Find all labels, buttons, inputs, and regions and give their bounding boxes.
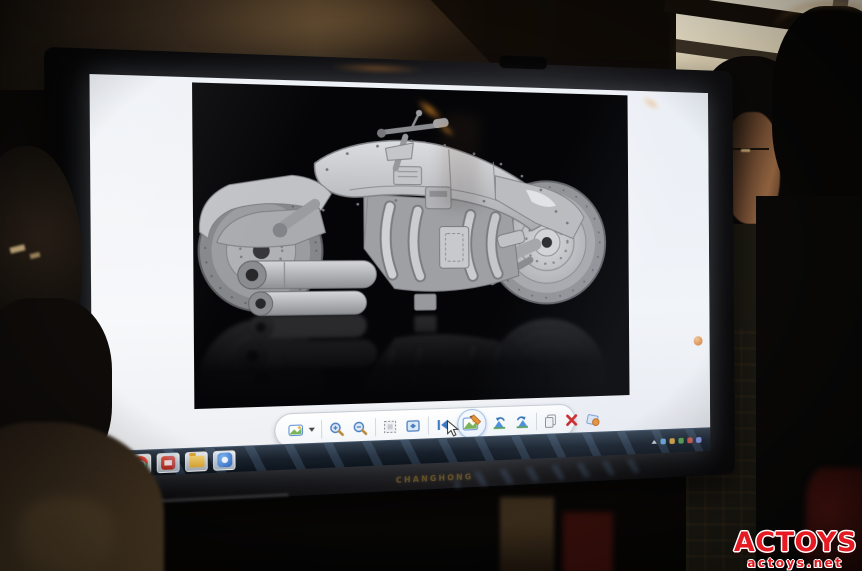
taskbar-folder-icon[interactable]	[185, 451, 208, 472]
tray-expand-icon[interactable]	[652, 440, 657, 444]
watermark: ACTOYS actoys.net	[734, 529, 857, 569]
lit-wall-strip	[500, 497, 554, 571]
reflection-fade	[194, 311, 629, 409]
toolbar-separator	[375, 418, 376, 436]
orange-light-glare	[641, 94, 662, 112]
toolbar-separator	[321, 420, 322, 438]
fit-to-window-button[interactable]	[405, 417, 422, 435]
dropdown-caret-icon[interactable]	[309, 427, 315, 431]
left-person-sleeve-highlight	[18, 498, 114, 571]
folder-icon	[189, 455, 204, 467]
zoom-out-button[interactable]	[352, 419, 369, 437]
actual-size-button[interactable]	[382, 418, 399, 436]
red-app-icon	[161, 455, 175, 469]
edit-button[interactable]	[457, 408, 486, 439]
tray-update-icon[interactable]	[669, 438, 674, 444]
watermark-title: ACTOYS	[734, 529, 857, 556]
zoom-in-button[interactable]	[328, 420, 346, 438]
toolbar-separator	[428, 416, 429, 434]
tray-network-icon[interactable]	[660, 439, 665, 445]
tray-security-icon[interactable]	[678, 438, 683, 444]
bezel-warm-reflection	[328, 62, 425, 74]
bezel-cool-reflection	[455, 458, 643, 488]
taskbar-reader-icon[interactable]	[157, 452, 180, 473]
tray-app-icon[interactable]	[687, 437, 692, 443]
taskbar-pc-manager-icon[interactable]	[213, 450, 236, 471]
delete-button[interactable]	[564, 412, 580, 429]
monitor: CHANGHONG	[44, 47, 735, 508]
webcam-bump	[499, 55, 547, 69]
mouse-cursor-icon	[447, 419, 460, 437]
glasses-glint	[741, 149, 750, 152]
rotate-left-button[interactable]	[492, 414, 508, 431]
screen	[89, 74, 710, 478]
tray-volume-icon[interactable]	[696, 437, 701, 443]
red-clothing-blob	[563, 512, 613, 571]
picture-browse-button[interactable]	[288, 421, 306, 439]
rotate-right-button[interactable]	[514, 413, 530, 430]
properties-button[interactable]	[585, 411, 601, 428]
toolbar-separator	[536, 413, 537, 431]
motorcycle-model	[198, 104, 606, 316]
system-tray	[652, 437, 705, 445]
copy-button[interactable]	[543, 412, 559, 429]
viewer-logo-dot	[694, 336, 703, 346]
photo-viewer-image[interactable]	[192, 82, 629, 409]
photograph-scene: CHANGHONG ACTOYS actoys.net	[0, 0, 862, 571]
watermark-site: actoys.net	[734, 557, 857, 569]
blue-app-icon	[217, 452, 232, 467]
